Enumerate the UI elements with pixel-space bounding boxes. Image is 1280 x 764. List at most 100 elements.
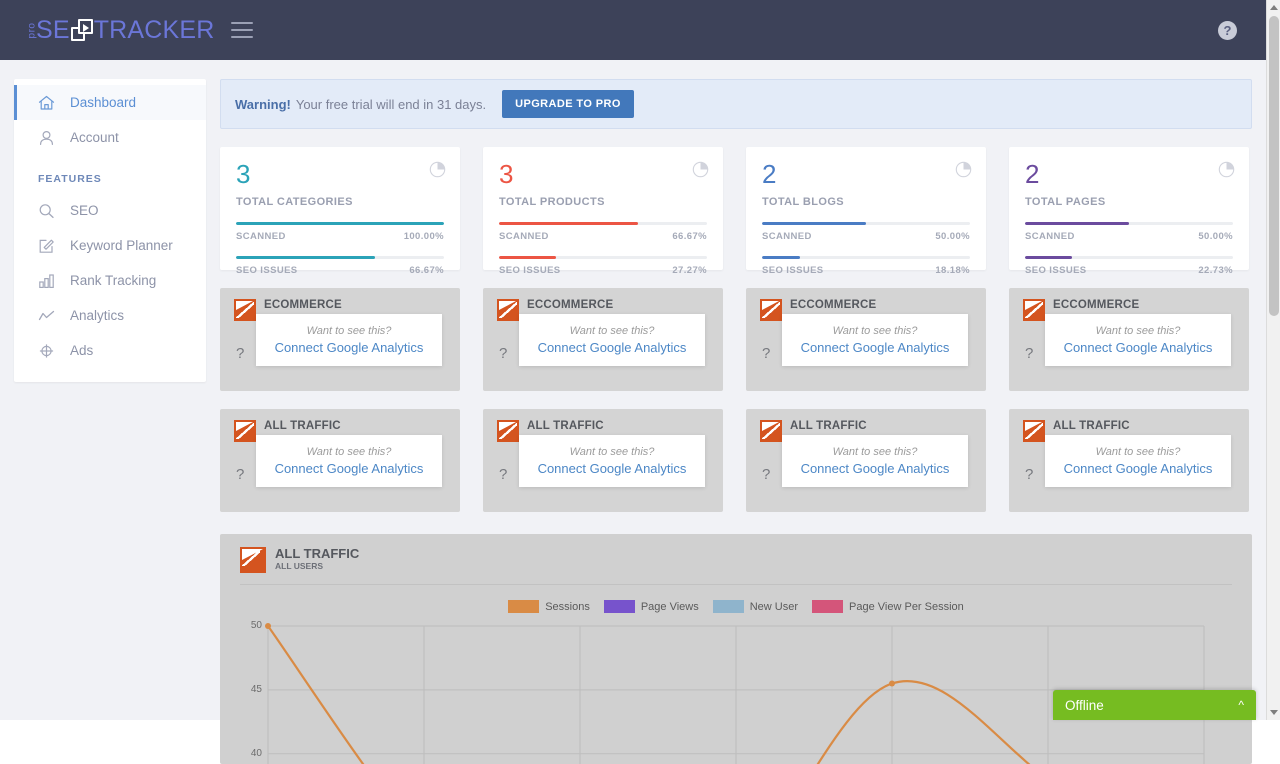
stat-card: 3TOTAL CATEGORIESSCANNED100.00%SEO ISSUE… <box>220 147 460 270</box>
issues-progress-bar <box>236 256 444 259</box>
logo-se-text: SE <box>36 16 70 45</box>
sidebar-item-rank-tracking[interactable]: Rank Tracking <box>14 263 206 298</box>
home-icon <box>38 94 58 112</box>
stat-value: 3 <box>236 161 444 187</box>
sidebar-item-keyword-planner[interactable]: Keyword Planner <box>14 228 206 263</box>
ga-placeholder-card: ECCOMMERCEAVG ORDER VALUE?Want to see th… <box>1009 288 1249 391</box>
chevron-up-icon[interactable]: ^ <box>1238 698 1244 712</box>
scrollbar-thumb[interactable] <box>1269 16 1279 316</box>
sidebar-item-label: Account <box>70 130 119 145</box>
help-icon[interactable]: ? <box>1218 21 1237 40</box>
google-analytics-icon <box>760 420 782 442</box>
stat-label: TOTAL PAGES <box>1025 196 1233 208</box>
sidebar-section-features: FEATURES <box>14 155 206 193</box>
issues-label: SEO ISSUES <box>236 265 298 276</box>
scanned-progress-bar <box>762 222 970 225</box>
scanned-label: SCANNED <box>499 231 549 242</box>
bar-chart-icon <box>38 272 58 290</box>
connect-google-analytics-link[interactable]: Connect Google Analytics <box>275 461 424 476</box>
ga-card-question-mark: ? <box>236 466 244 483</box>
legend-item: Sessions <box>508 600 590 613</box>
scanned-value: 50.00% <box>935 231 970 242</box>
target-icon <box>38 342 58 360</box>
connect-google-analytics-link[interactable]: Connect Google Analytics <box>1064 340 1213 355</box>
connect-ga-overlay: Want to see this?Connect Google Analytic… <box>1045 314 1231 366</box>
sidebar-item-ads[interactable]: Ads <box>14 333 206 368</box>
issues-progress-bar <box>762 256 970 259</box>
ga-placeholder-card: ECOMMERCEREVENUE?Want to see this?Connec… <box>220 288 460 391</box>
ga-card-row-traffic: ALL TRAFFICSESSIONS?Want to see this?Con… <box>220 409 1252 512</box>
scroll-up-arrow-icon[interactable] <box>1270 5 1278 10</box>
scanned-label: SCANNED <box>236 231 286 242</box>
connect-ga-overlay: Want to see this? Connect Google Analytic… <box>519 435 705 487</box>
issues-progress-bar <box>1025 256 1233 259</box>
want-to-see-label: Want to see this? <box>570 325 655 337</box>
warning-strong: Warning! <box>235 97 291 112</box>
stat-card: 2TOTAL BLOGSSCANNED50.00%SEO ISSUES18.18… <box>746 147 986 270</box>
hamburger-menu-icon[interactable] <box>231 22 253 38</box>
ga-placeholder-card: ECCOMMERCETRANSACTIONS?Want to see this?… <box>746 288 986 391</box>
issues-row: SEO ISSUES22.73% <box>1025 265 1233 276</box>
ga-card-title: ECCOMMERCE <box>790 299 876 312</box>
sidebar-item-label: SEO <box>70 203 99 218</box>
offline-chat-widget[interactable]: Offline ^ <box>1053 690 1256 720</box>
connect-ga-overlay: Want to see this?Connect Google Analytic… <box>1045 435 1231 487</box>
legend-label: Page View Per Session <box>849 601 964 613</box>
sidebar-item-label: Rank Tracking <box>70 273 156 288</box>
legend-swatch <box>508 600 539 613</box>
chart-legend: SessionsPage ViewsNew UserPage View Per … <box>220 600 1252 613</box>
upgrade-to-pro-button[interactable]: UPGRADE TO PRO <box>502 90 634 118</box>
connect-google-analytics-link[interactable]: Connect Google Analytics <box>801 461 950 476</box>
want-to-see-label: Want to see this? <box>570 446 655 458</box>
google-analytics-icon <box>234 299 256 321</box>
google-analytics-icon <box>234 420 256 442</box>
sidebar-item-label: Dashboard <box>70 95 136 110</box>
scanned-progress-bar <box>1025 222 1233 225</box>
sidebar-item-account[interactable]: Account <box>14 120 206 155</box>
connect-google-analytics-link[interactable]: Connect Google Analytics <box>275 340 424 355</box>
stat-label: TOTAL CATEGORIES <box>236 196 444 208</box>
scanned-row: SCANNED50.00% <box>1025 231 1233 242</box>
vertical-scrollbar[interactable] <box>1266 0 1280 720</box>
connect-google-analytics-link[interactable]: Connect Google Analytics <box>801 340 950 355</box>
issues-value: 22.73% <box>1198 265 1233 276</box>
ga-card-title: ECCOMMERCE <box>527 299 613 312</box>
ga-card-title: ALL TRAFFIC <box>790 420 867 433</box>
main-content: Warning! Your free trial will end in 31 … <box>220 79 1252 764</box>
issues-progress-bar <box>499 256 707 259</box>
google-analytics-icon <box>497 420 519 442</box>
warning-message: Your free trial will end in 31 days. <box>296 97 486 112</box>
scanned-row: SCANNED100.00% <box>236 231 444 242</box>
chart-divider <box>240 584 1232 585</box>
legend-item: Page Views <box>604 600 699 613</box>
data-point <box>889 681 895 687</box>
google-analytics-icon <box>1023 299 1045 321</box>
ga-card-title: ALL TRAFFIC <box>527 420 604 433</box>
app-logo[interactable]: pro SE TRACKER <box>28 14 215 46</box>
chart-header: ALL TRAFFIC ALL USERS <box>220 534 1252 573</box>
ga-placeholder-card: ALL TRAFFICSESSIONS?Want to see this?Con… <box>220 409 460 512</box>
top-bar: pro SE TRACKER ? <box>0 0 1266 60</box>
issues-row: SEO ISSUES66.67% <box>236 265 444 276</box>
scroll-down-arrow-icon[interactable] <box>1270 710 1278 715</box>
connect-google-analytics-link[interactable]: Connect Google Analytics <box>1064 461 1213 476</box>
ga-card-question-mark: ? <box>499 466 507 483</box>
page-body: Dashboard Account FEATURES SEO Keyword P… <box>0 60 1266 720</box>
chart-subtitle: ALL USERS <box>275 561 359 572</box>
connect-google-analytics-link[interactable]: Connect Google Analytics <box>538 340 687 355</box>
ga-card-row-ecommerce: ECOMMERCEREVENUE?Want to see this?Connec… <box>220 288 1252 391</box>
data-point <box>265 623 271 629</box>
legend-swatch <box>812 600 843 613</box>
want-to-see-label: Want to see this? <box>307 325 392 337</box>
ga-card-question-mark: ? <box>762 466 770 483</box>
sidebar-item-seo[interactable]: SEO <box>14 193 206 228</box>
sidebar-item-dashboard[interactable]: Dashboard <box>14 85 206 120</box>
connect-ga-overlay: Want to see this? Connect Google Analytic… <box>519 314 705 366</box>
issues-row: SEO ISSUES27.27% <box>499 265 707 276</box>
connect-google-analytics-link[interactable]: Connect Google Analytics <box>538 461 687 476</box>
y-axis-tick-label: 40 <box>238 748 262 759</box>
google-analytics-icon <box>240 547 266 573</box>
ga-card-question-mark: ? <box>1025 345 1033 362</box>
ga-card-question-mark: ? <box>236 345 244 362</box>
sidebar-item-analytics[interactable]: Analytics <box>14 298 206 333</box>
